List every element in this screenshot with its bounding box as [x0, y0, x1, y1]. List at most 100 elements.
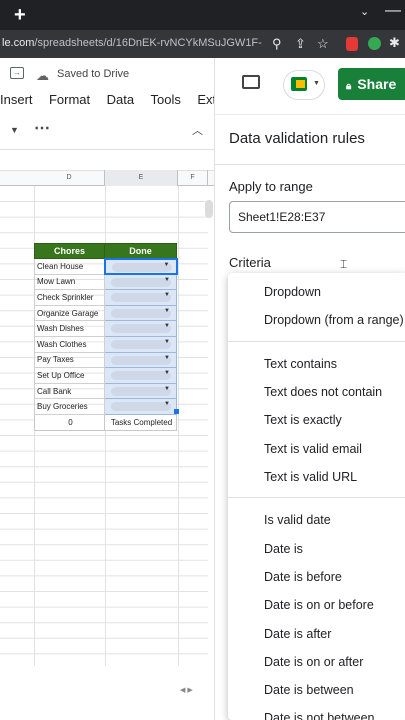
- lock-icon: 🔒︎: [346, 81, 352, 92]
- menu-separator: [228, 497, 405, 498]
- grammarly-icon[interactable]: [368, 37, 381, 50]
- column-header-d[interactable]: D: [34, 170, 105, 186]
- dropdown-chip: [111, 355, 171, 365]
- extensions-puzzle-icon[interactable]: ✱: [389, 35, 400, 51]
- text-cursor-icon: ⌶: [340, 257, 348, 271]
- chore-cell[interactable]: Mow Lawn: [34, 273, 105, 291]
- horizontal-scroll-arrows[interactable]: ◀ ▶: [180, 686, 193, 694]
- chevron-down-icon[interactable]: ▼: [10, 125, 19, 135]
- chore-cell[interactable]: Set Up Office: [34, 367, 105, 384]
- dropdown-arrow-icon[interactable]: ▼: [164, 401, 170, 407]
- criteria-option-dropdown-range[interactable]: Dropdown (from a range): [264, 313, 404, 327]
- minimize-button[interactable]: —: [385, 2, 401, 20]
- dropdown-arrow-icon[interactable]: ▼: [164, 262, 170, 268]
- sum-label-cell[interactable]: Tasks Completed: [104, 413, 177, 431]
- bookmark-star-icon[interactable]: ☆: [317, 36, 329, 52]
- done-dropdown-cell[interactable]: ▼: [104, 351, 177, 369]
- menu-separator: [228, 341, 405, 342]
- dropdown-arrow-icon[interactable]: ▼: [164, 292, 170, 298]
- menu-bar: Insert Format Data Tools Exten: [0, 91, 243, 109]
- browser-tab-strip: [0, 0, 405, 30]
- menu-tools[interactable]: Tools: [151, 92, 181, 107]
- done-dropdown-cell[interactable]: ▼: [104, 367, 177, 384]
- meet-chevron-icon[interactable]: ▼: [313, 80, 320, 87]
- criteria-option-date-between[interactable]: Date is between: [264, 683, 354, 697]
- sum-count-cell[interactable]: 0: [34, 413, 105, 431]
- chore-cell[interactable]: Clean House: [34, 258, 105, 275]
- dropdown-chip: [111, 308, 171, 318]
- dropdown-chip: [111, 339, 171, 349]
- url-path: /spreadsheets/d/16DnEK-rvNCYkMSuJGW1F-Ta…: [34, 37, 262, 49]
- criteria-option-date-on-or-after[interactable]: Date is on or after: [264, 655, 363, 669]
- done-dropdown-cell[interactable]: ▼: [104, 273, 177, 291]
- criteria-option-text-contains[interactable]: Text contains: [264, 357, 337, 371]
- dropdown-chip: [111, 386, 171, 396]
- criteria-option-date-on-or-before[interactable]: Date is on or before: [264, 598, 374, 612]
- fill-handle[interactable]: [174, 409, 179, 414]
- column-header-e[interactable]: E: [105, 170, 178, 186]
- dropdown-chip: [111, 371, 171, 381]
- criteria-option-text-exactly[interactable]: Text is exactly: [264, 413, 342, 427]
- menu-insert[interactable]: Insert: [0, 92, 33, 107]
- menu-data[interactable]: Data: [107, 92, 134, 107]
- criteria-option-valid-date[interactable]: Is valid date: [264, 513, 331, 527]
- criteria-option-date-is[interactable]: Date is: [264, 542, 303, 556]
- done-dropdown-cell[interactable]: ▼: [103, 257, 178, 276]
- panel-title-divider: [214, 164, 405, 165]
- panel-top-divider: [214, 114, 405, 115]
- collapse-menus-icon[interactable]: ︿: [192, 122, 203, 138]
- column-header-f[interactable]: F: [178, 170, 208, 186]
- criteria-option-text-not-contains[interactable]: Text does not contain: [264, 385, 382, 399]
- cloud-saved-icon: ☁: [36, 68, 49, 83]
- share-button[interactable]: 🔒︎ Share: [338, 68, 405, 100]
- url-text[interactable]: le.com/spreadsheets/d/16DnEK-rvNCYkMSuJG…: [2, 37, 262, 49]
- dropdown-arrow-icon[interactable]: ▼: [164, 277, 170, 283]
- more-options-icon[interactable]: ⋯: [34, 118, 50, 138]
- menu-format[interactable]: Format: [49, 92, 90, 107]
- criteria-label: Criteria: [229, 255, 271, 270]
- dropdown-arrow-icon[interactable]: ▼: [164, 323, 170, 329]
- move-icon[interactable]: →: [10, 67, 24, 79]
- chore-cell[interactable]: Check Sprinkler: [34, 289, 105, 306]
- dropdown-arrow-icon[interactable]: ▼: [164, 370, 170, 376]
- dropdown-arrow-icon[interactable]: ▼: [164, 339, 170, 345]
- done-dropdown-cell[interactable]: ▼: [104, 335, 177, 353]
- apply-to-range-label: Apply to range: [229, 179, 313, 194]
- done-dropdown-cell[interactable]: ▼: [104, 289, 177, 306]
- chores-table: Chores Done Clean House ▼ Mow Lawn ▼ Check…: [34, 243, 178, 431]
- dropdown-chip: [111, 324, 171, 334]
- chore-cell[interactable]: Call Bank: [34, 382, 105, 400]
- chore-cell[interactable]: Buy Groceries: [34, 398, 105, 415]
- chore-cell[interactable]: Organize Garage: [34, 304, 105, 322]
- criteria-option-valid-email[interactable]: Text is valid email: [264, 442, 362, 456]
- panel-title: Data validation rules: [229, 130, 365, 147]
- tab-search-icon[interactable]: ⌄: [360, 5, 369, 18]
- share-page-icon[interactable]: ⇪: [295, 36, 306, 52]
- chore-cell[interactable]: Pay Taxes: [34, 351, 105, 369]
- dropdown-arrow-icon[interactable]: ▼: [164, 355, 170, 361]
- url-domain: le.com: [2, 37, 35, 49]
- vertical-scrollbar-thumb[interactable]: [205, 200, 213, 218]
- chore-cell[interactable]: Wash Dishes: [34, 320, 105, 337]
- criteria-option-date-after[interactable]: Date is after: [264, 627, 331, 641]
- done-dropdown-cell[interactable]: ▼: [104, 320, 177, 337]
- dropdown-chip: [111, 293, 171, 303]
- done-dropdown-cell[interactable]: ▼: [104, 398, 177, 415]
- saved-status: Saved to Drive: [57, 68, 130, 80]
- chores-header: Chores: [34, 243, 105, 259]
- criteria-option-date-before[interactable]: Date is before: [264, 570, 342, 584]
- new-tab-button[interactable]: +: [14, 4, 26, 26]
- criteria-option-valid-url[interactable]: Text is valid URL: [264, 470, 357, 484]
- zoom-icon[interactable]: ⚲: [272, 36, 282, 52]
- dropdown-arrow-icon[interactable]: ▼: [164, 386, 170, 392]
- criteria-option-date-not-between[interactable]: Date is not between: [264, 711, 375, 720]
- meet-camera-accent: [296, 80, 305, 88]
- done-dropdown-cell[interactable]: ▼: [104, 304, 177, 322]
- extension-icon[interactable]: [346, 37, 358, 51]
- criteria-option-dropdown[interactable]: Dropdown: [264, 285, 321, 299]
- dropdown-arrow-icon[interactable]: ▼: [164, 308, 170, 314]
- chore-cell[interactable]: Wash Clothes: [34, 335, 105, 353]
- done-dropdown-cell[interactable]: ▼: [104, 382, 177, 400]
- comment-history-icon[interactable]: [242, 75, 260, 89]
- formula-bar-divider: [0, 149, 214, 150]
